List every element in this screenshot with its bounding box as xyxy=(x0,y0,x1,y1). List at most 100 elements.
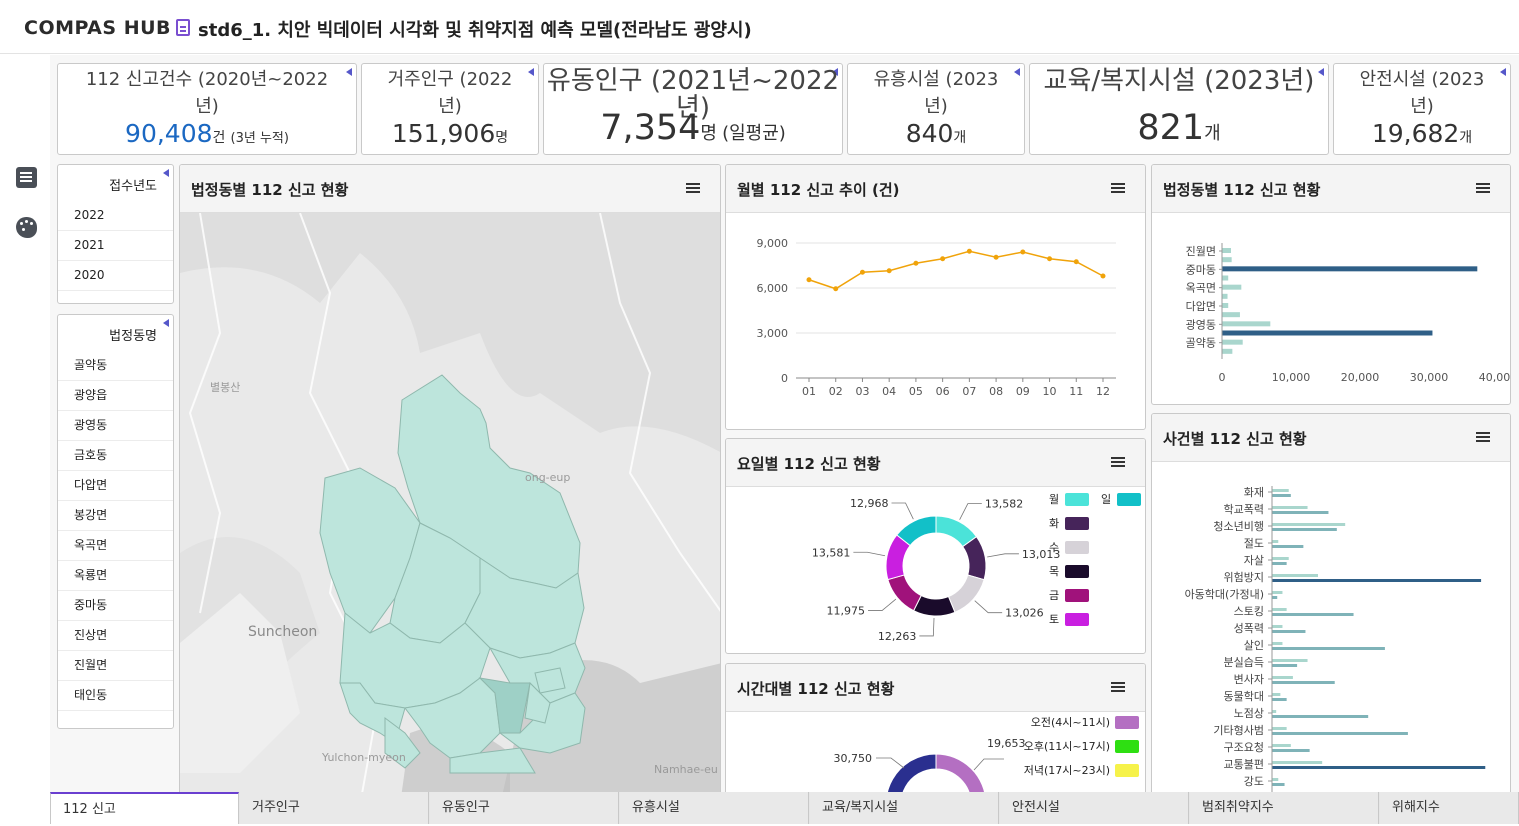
dong-item[interactable]: 다압면 xyxy=(58,471,173,501)
kpi-card-residents[interactable]: 거주인구 (2022년) 151,906명 xyxy=(361,63,539,155)
dong-item[interactable]: 광양읍 xyxy=(58,381,173,411)
bar-primary xyxy=(1272,732,1408,735)
legend-swatch xyxy=(1065,493,1089,506)
tab-harm-index[interactable]: 위해지수 xyxy=(1380,792,1519,824)
map-label-namhae: Namhae-eu xyxy=(654,763,718,776)
bar-primary xyxy=(1272,664,1298,667)
hamburger-menu-icon[interactable] xyxy=(1111,682,1125,692)
data-point xyxy=(806,277,812,283)
dong-item[interactable]: 중마동 xyxy=(58,591,173,621)
hamburger-menu-icon[interactable] xyxy=(1476,432,1490,442)
hamburger-menu-icon[interactable] xyxy=(686,183,700,193)
x-tick-label: 03 xyxy=(855,385,869,398)
dong-item[interactable]: 광영동 xyxy=(58,411,173,441)
legend-label: 금 xyxy=(1049,589,1059,602)
dong-item[interactable]: 옥곡면 xyxy=(58,531,173,561)
legend-label: 수 xyxy=(1049,541,1059,554)
more-options-icon[interactable] xyxy=(163,169,169,177)
x-tick-label: 0 xyxy=(1219,371,1226,384)
legend-swatch xyxy=(1065,565,1089,578)
kpi-card-floating-population[interactable]: 유동인구 (2021년~2022년) 7,354명 (일평균) xyxy=(543,63,843,155)
bar-secondary xyxy=(1272,540,1279,543)
bar xyxy=(1222,321,1271,327)
tab-residents[interactable]: 거주인구 xyxy=(240,792,429,824)
hamburger-menu-icon[interactable] xyxy=(1111,183,1125,193)
tab-crime-vulnerability[interactable]: 범죄취약지수 xyxy=(1190,792,1379,824)
bar-primary xyxy=(1272,596,1278,599)
dong-item[interactable]: 봉강면 xyxy=(58,501,173,531)
compas-hub-logo[interactable]: COMPAS HUB xyxy=(24,17,171,39)
kpi-number: 821 xyxy=(1137,108,1205,148)
kpi-card-education-welfare[interactable]: 교육/복지시설 (2023년) 821개 xyxy=(1029,63,1329,155)
leader-line xyxy=(891,502,914,520)
dong-item[interactable]: 진월면 xyxy=(58,651,173,681)
dong-bar-chart[interactable]: 0 10,000 20,000 30,000 40,000 진월면중마동옥곡면다압면광영동… xyxy=(1152,213,1510,404)
year-item[interactable]: 2022 xyxy=(58,201,173,231)
y-tick-label: 청소년비행 xyxy=(1213,520,1264,533)
y-tick-label: 분실습득 xyxy=(1224,656,1264,669)
tab-floating-population[interactable]: 유동인구 xyxy=(430,792,619,824)
tab-entertainment[interactable]: 유흥시설 xyxy=(620,792,809,824)
x-tick-label: 06 xyxy=(936,385,950,398)
dong-item[interactable]: 금호동 xyxy=(58,441,173,471)
y-tick-label: 기타형사범 xyxy=(1213,724,1264,737)
year-item[interactable]: 2021 xyxy=(58,231,173,261)
region-map[interactable]: 별봉산 Suncheon ong-eup Yulchon-myeon Namha… xyxy=(180,213,721,804)
y-tick-label: 성폭력 xyxy=(1234,622,1264,635)
bar xyxy=(1222,339,1243,345)
x-tick-label: 02 xyxy=(829,385,843,398)
y-tick-label: 위험방지 xyxy=(1224,571,1264,584)
map-label-yulchon: Yulchon-myeon xyxy=(321,751,406,764)
slice-label: 13,026 xyxy=(1005,607,1043,620)
tab-112-report[interactable]: 112 신고 xyxy=(50,792,239,824)
palette-icon[interactable] xyxy=(16,217,37,238)
y-tick-label: 9,000 xyxy=(757,237,789,250)
report-icon[interactable] xyxy=(16,167,37,188)
x-tick-label: 40,000 xyxy=(1479,371,1510,384)
bar xyxy=(1222,348,1233,354)
more-options-icon[interactable] xyxy=(163,319,169,327)
y-tick-label: 동물학대 xyxy=(1224,690,1264,703)
dong-item[interactable]: 옥룡면 xyxy=(58,561,173,591)
panel-title: 사건별 112 신고 현황 xyxy=(1163,430,1307,448)
bar-primary xyxy=(1272,562,1287,565)
dong-item[interactable]: 태인동 xyxy=(58,681,173,711)
year-item[interactable]: 2020 xyxy=(58,261,173,291)
data-point xyxy=(833,286,839,292)
bar xyxy=(1222,266,1478,272)
legend-label: 오후(11시~17시) xyxy=(1024,740,1110,753)
dong-item[interactable]: 진상면 xyxy=(58,621,173,651)
hamburger-menu-icon[interactable] xyxy=(1476,183,1490,193)
kpi-card-reports[interactable]: 112 신고건수 (2020년~2022년) 90,408건 (3년 누적) xyxy=(57,63,357,155)
year-slicer[interactable]: 접수년도 2022 2021 2020 xyxy=(57,164,174,304)
bar-primary xyxy=(1272,545,1304,548)
dong-slicer[interactable]: 법정동명 골약동 광양읍 광영동 금호동 다압면 봉강면 옥곡면 옥룡면 중마동… xyxy=(57,314,174,729)
kpi-value: 19,682개 xyxy=(1334,119,1510,148)
slicer-title: 접수년도 xyxy=(109,179,157,194)
weekday-donut-chart[interactable]: 13,58213,01313,02612,26311,97513,58112,9… xyxy=(726,487,1145,653)
donut-slice xyxy=(887,574,922,612)
incident-bar-chart[interactable]: 화재학교폭력청소년비행절도자살위험방지아동학대(가정내) 스토킹성폭력살인분실습득… xyxy=(1152,462,1510,822)
bar-secondary xyxy=(1272,591,1283,594)
hamburger-menu-icon[interactable] xyxy=(1111,457,1125,467)
leader-line xyxy=(868,598,897,611)
bar-secondary xyxy=(1272,659,1308,662)
bar-secondary xyxy=(1272,489,1289,492)
kpi-card-entertainment[interactable]: 유흥시설 (2023년) 840개 xyxy=(847,63,1025,155)
monthly-line-chart[interactable]: 9,000 6,000 3,000 0 01 02 03 04 05 06 07 08 09 10 11 12 xyxy=(726,213,1145,429)
kpi-card-safety[interactable]: 안전시설 (2023년) 19,682개 xyxy=(1333,63,1511,155)
dong-item[interactable]: 골약동 xyxy=(58,351,173,381)
y-tick-label: 0 xyxy=(781,372,788,385)
legend-swatch xyxy=(1115,716,1139,729)
leader-line xyxy=(876,757,905,769)
x-tick-label: 12 xyxy=(1096,385,1110,398)
kpi-title: 112 신고건수 (2020년~2022년) xyxy=(85,69,329,117)
data-point xyxy=(1020,249,1026,255)
legend-label: 오전(4시~11시) xyxy=(1031,716,1110,729)
tab-safety[interactable]: 안전시설 xyxy=(1000,792,1189,824)
map-panel: 법정동별 112 신고 현황 별봉산 Suncheon ong-eup Yulc… xyxy=(179,164,721,804)
leader-line xyxy=(959,503,982,520)
tab-education-welfare[interactable]: 교육/복지시설 xyxy=(810,792,999,824)
x-tick-label: 05 xyxy=(909,385,923,398)
kpi-title: 거주인구 (2022년) xyxy=(387,69,513,117)
